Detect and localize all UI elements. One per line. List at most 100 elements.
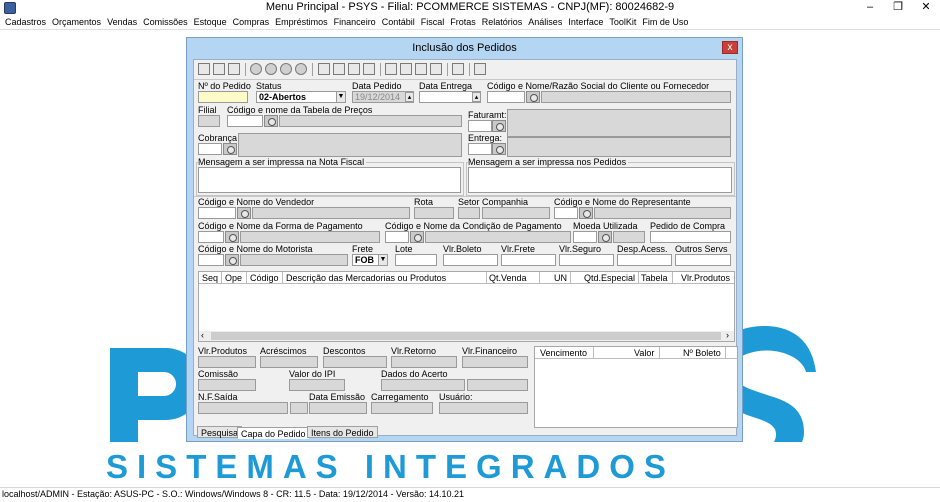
delivery-date-spin[interactable]: ▴ xyxy=(472,92,481,102)
payment-form-lookup-icon[interactable] xyxy=(225,231,239,243)
print-preview-icon[interactable] xyxy=(400,63,412,75)
order-dialog: Inclusão dos Pedidos x Nº do Pedido Stat… xyxy=(186,37,743,442)
invoice-series-field xyxy=(290,402,308,414)
seller-lookup-icon[interactable] xyxy=(237,207,251,219)
report-icon[interactable] xyxy=(415,63,427,75)
print-icon[interactable] xyxy=(385,63,397,75)
column-separator xyxy=(725,347,726,359)
due-dates-grid[interactable]: Vencimento Valor Nº Boleto xyxy=(534,346,738,428)
seller-code-field[interactable] xyxy=(198,207,236,219)
scroll-right-icon[interactable]: › xyxy=(726,330,729,340)
route-field[interactable] xyxy=(414,207,454,219)
client-lookup-icon[interactable] xyxy=(526,91,540,103)
driver-lookup-icon[interactable] xyxy=(225,254,239,266)
delivery-code-field[interactable] xyxy=(468,143,492,155)
save-icon[interactable] xyxy=(198,63,210,75)
status-bar: localhost/ADMIN - Estação: ASUS-PC - S.O… xyxy=(0,487,940,502)
client-code-field[interactable] xyxy=(487,91,525,103)
tab-itens-do-pedido[interactable]: Itens do Pedido xyxy=(307,426,378,438)
currency-lookup-icon[interactable] xyxy=(598,231,612,243)
previous-record-icon[interactable] xyxy=(265,63,277,75)
payment-condition-lookup-icon[interactable] xyxy=(410,231,424,243)
column-header[interactable]: Nº Boleto xyxy=(683,348,721,358)
order-message-textarea[interactable] xyxy=(468,167,732,193)
column-header[interactable]: UN xyxy=(554,273,567,283)
commission-label: Comissão xyxy=(198,369,239,379)
other-services-label: Outros Servs xyxy=(675,244,728,254)
column-separator xyxy=(570,272,571,284)
collection-code-field[interactable] xyxy=(198,143,222,155)
column-header[interactable]: Ope xyxy=(225,273,242,283)
representative-lookup-icon[interactable] xyxy=(579,207,593,219)
user-field xyxy=(439,402,528,414)
order-date-spin[interactable]: ▴ xyxy=(405,92,414,102)
currency-name-field xyxy=(613,231,645,243)
dialog-title: Inclusão dos Pedidos xyxy=(412,42,517,54)
driver-code-field[interactable] xyxy=(198,254,224,266)
tab-capa-do-pedido[interactable]: Capa do Pedido xyxy=(237,427,310,439)
purchase-order-field[interactable] xyxy=(650,231,731,243)
items-grid-header: Seq Ope Código Descrição das Mercadorias… xyxy=(199,272,734,284)
column-header[interactable]: Código xyxy=(250,273,279,283)
dropdown-arrow-icon[interactable]: ▼ xyxy=(378,255,387,265)
dropdown-arrow-icon[interactable]: ▼ xyxy=(336,92,345,102)
insurance-value-field[interactable] xyxy=(559,254,614,266)
column-header[interactable]: Descrição das Mercadorias ou Produtos xyxy=(286,273,446,283)
horizontal-scrollbar[interactable]: ‹ › xyxy=(199,330,734,341)
status-select[interactable]: 02-Abertos ▼ xyxy=(256,91,346,103)
lot-field[interactable] xyxy=(395,254,437,266)
branch-field[interactable] xyxy=(198,115,220,127)
email-icon[interactable] xyxy=(430,63,442,75)
last-record-icon[interactable] xyxy=(295,63,307,75)
other-services-field[interactable] xyxy=(675,254,731,266)
delivery-lookup-icon[interactable] xyxy=(492,143,506,155)
column-header[interactable]: Tabela xyxy=(641,273,668,283)
settlement-value-field xyxy=(467,379,528,391)
representative-code-field[interactable] xyxy=(554,207,578,219)
accessory-expenses-field[interactable] xyxy=(617,254,672,266)
currency-code-field[interactable] xyxy=(573,231,597,243)
column-header[interactable]: Seq xyxy=(202,273,218,283)
document-list-icon[interactable] xyxy=(363,63,375,75)
price-table-code-field[interactable] xyxy=(227,115,263,127)
loading-label: Carregamento xyxy=(371,392,429,402)
users-icon[interactable] xyxy=(452,63,464,75)
boleto-value-label: Vlr.Boleto xyxy=(443,244,482,254)
toolbar-separator xyxy=(312,63,313,76)
freight-select[interactable]: FOB ▼ xyxy=(352,254,388,266)
collection-lookup-icon[interactable] xyxy=(223,143,237,155)
billing-lookup-icon[interactable] xyxy=(492,120,506,132)
payment-form-code-field[interactable] xyxy=(198,231,224,243)
billing-code-field[interactable] xyxy=(468,120,492,132)
price-table-lookup-icon[interactable] xyxy=(264,115,278,127)
next-record-icon[interactable] xyxy=(280,63,292,75)
items-grid[interactable]: Seq Ope Código Descrição das Mercadorias… xyxy=(198,271,735,342)
return-value-label: Vlr.Retorno xyxy=(391,346,437,356)
copy-icon[interactable] xyxy=(333,63,345,75)
new-document-icon[interactable] xyxy=(213,63,225,75)
edit-icon[interactable] xyxy=(228,63,240,75)
order-number-field[interactable] xyxy=(198,91,248,103)
scroll-left-icon[interactable]: ‹ xyxy=(201,330,204,340)
column-header[interactable]: Qt.Venda xyxy=(489,273,527,283)
freight-value-field[interactable] xyxy=(501,254,556,266)
column-header[interactable]: Qtd.Especial xyxy=(584,273,635,283)
chart-icon[interactable] xyxy=(348,63,360,75)
nf-message-textarea[interactable] xyxy=(198,167,461,193)
scroll-thumb[interactable] xyxy=(211,332,721,340)
freight-value: FOB xyxy=(355,255,374,265)
column-header[interactable]: Vencimento xyxy=(540,348,587,358)
calculator-icon[interactable] xyxy=(318,63,330,75)
column-header[interactable]: Valor xyxy=(634,348,654,358)
first-record-icon[interactable] xyxy=(250,63,262,75)
column-header[interactable]: Vlr.Produtos xyxy=(681,273,730,283)
boleto-value-field[interactable] xyxy=(443,254,498,266)
client-label: Código e Nome/Razão Social do Cliente ou… xyxy=(487,81,710,91)
branch-label: Filial xyxy=(198,105,217,115)
close-form-icon[interactable] xyxy=(474,63,486,75)
dialog-close-button[interactable]: x xyxy=(722,41,738,54)
tab-pesquisa[interactable]: Pesquisa xyxy=(197,426,243,438)
payment-condition-code-field[interactable] xyxy=(385,231,409,243)
sector-code-field[interactable] xyxy=(458,207,480,219)
column-separator xyxy=(638,272,639,284)
